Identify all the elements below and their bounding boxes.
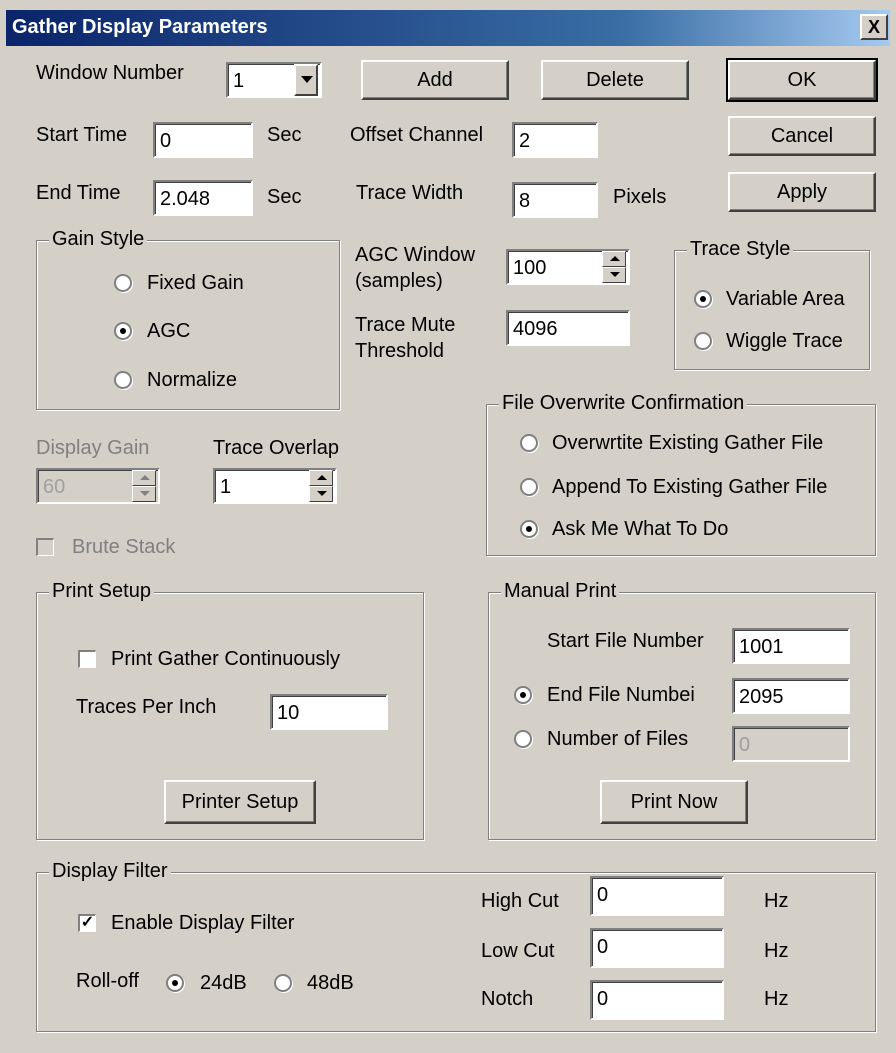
print-continuously-label: Print Gather Continuously bbox=[111, 648, 341, 670]
rolloff-48db-radio[interactable] bbox=[274, 974, 292, 992]
normalize-radio[interactable] bbox=[114, 371, 132, 389]
apply-button[interactable]: Apply bbox=[728, 172, 876, 212]
window-number-label: Window Number bbox=[36, 62, 184, 84]
spin-up-icon[interactable] bbox=[309, 470, 333, 486]
trace-overlap-spinner[interactable] bbox=[309, 470, 333, 502]
gain-style-title: Gain Style bbox=[49, 228, 148, 251]
number-of-files-label: Number of Files bbox=[547, 728, 689, 750]
agc-radio[interactable] bbox=[114, 322, 132, 340]
wiggle-trace-label: Wiggle Trace bbox=[726, 330, 843, 352]
start-file-label: Start File Number bbox=[547, 630, 704, 652]
manual-print-title: Manual Print bbox=[501, 580, 620, 603]
fixed-gain-radio[interactable] bbox=[114, 274, 132, 292]
start-file-input[interactable]: 1001 bbox=[732, 628, 850, 664]
trace-width-unit: Pixels bbox=[613, 186, 667, 208]
low-cut-unit: Hz bbox=[764, 940, 789, 962]
brute-stack-label: Brute Stack bbox=[72, 536, 176, 558]
ok-button[interactable]: OK bbox=[726, 58, 878, 102]
agc-window-spinner[interactable] bbox=[602, 251, 626, 283]
display-filter-group: Display Filter bbox=[36, 860, 876, 1032]
print-continuously-checkbox[interactable] bbox=[78, 650, 96, 668]
overwrite-radio[interactable] bbox=[520, 434, 538, 452]
end-time-label: End Time bbox=[36, 182, 121, 204]
traces-per-inch-label: Traces Per Inch bbox=[76, 696, 217, 718]
display-gain-spinner[interactable] bbox=[132, 470, 156, 502]
spin-up-icon[interactable] bbox=[602, 251, 626, 267]
printer-setup-button[interactable]: Printer Setup bbox=[164, 780, 316, 824]
window-title: Gather Display Parameters bbox=[12, 16, 268, 38]
start-time-label: Start Time bbox=[36, 124, 128, 146]
add-button[interactable]: Add bbox=[361, 60, 509, 100]
trace-overlap-label: Trace Overlap bbox=[213, 437, 339, 459]
offset-channel-input[interactable]: 2 bbox=[512, 122, 598, 158]
rolloff-24db-label: 24dB bbox=[200, 972, 247, 994]
spin-down-icon[interactable] bbox=[602, 267, 626, 283]
end-file-label: End File Numbei bbox=[547, 684, 695, 706]
spin-down-icon[interactable] bbox=[309, 486, 333, 502]
high-cut-unit: Hz bbox=[764, 890, 789, 912]
title-bar[interactable]: Gather Display Parameters X bbox=[6, 10, 890, 46]
low-cut-label: Low Cut bbox=[481, 940, 555, 962]
enable-display-filter-label: Enable Display Filter bbox=[111, 912, 295, 934]
append-radio[interactable] bbox=[520, 478, 538, 496]
rolloff-48db-label: 48dB bbox=[307, 972, 354, 994]
normalize-label: Normalize bbox=[147, 369, 238, 391]
high-cut-input[interactable]: 0 bbox=[590, 876, 724, 916]
overwrite-label: Overwrtite Existing Gather File bbox=[552, 432, 824, 454]
wiggle-trace-radio[interactable] bbox=[694, 332, 712, 350]
gather-display-parameters-dialog: Gather Display Parameters X Window Numbe… bbox=[0, 0, 896, 1053]
variable-area-radio[interactable] bbox=[694, 290, 712, 308]
chevron-down-icon[interactable] bbox=[294, 64, 318, 96]
file-overwrite-title: File Overwrite Confirmation bbox=[499, 392, 748, 415]
end-time-input[interactable]: 2.048 bbox=[153, 180, 253, 216]
display-gain-label: Display Gain bbox=[36, 437, 150, 459]
enable-display-filter-checkbox[interactable]: ✓ bbox=[78, 914, 96, 932]
notch-label: Notch bbox=[481, 988, 534, 1010]
trace-mute-label: Trace Mute bbox=[355, 314, 456, 336]
agc-window-label: AGC Window bbox=[355, 244, 476, 266]
brute-stack-checkbox[interactable] bbox=[36, 538, 54, 556]
end-file-input[interactable]: 2095 bbox=[732, 678, 850, 714]
display-filter-title: Display Filter bbox=[49, 860, 171, 883]
print-now-button[interactable]: Print Now bbox=[600, 780, 748, 824]
trace-width-label: Trace Width bbox=[356, 182, 464, 204]
notch-input[interactable]: 0 bbox=[590, 980, 724, 1020]
append-label: Append To Existing Gather File bbox=[552, 476, 828, 498]
cancel-button[interactable]: Cancel bbox=[728, 116, 876, 156]
close-button[interactable]: X bbox=[860, 14, 888, 40]
offset-channel-label: Offset Channel bbox=[350, 124, 484, 146]
agc-window-sublabel: (samples) bbox=[355, 270, 443, 292]
high-cut-label: High Cut bbox=[481, 890, 559, 912]
window-number-value: 1 bbox=[233, 70, 245, 92]
print-setup-title: Print Setup bbox=[49, 580, 154, 603]
notch-unit: Hz bbox=[764, 988, 789, 1010]
start-time-input[interactable]: 0 bbox=[153, 122, 253, 158]
number-of-files-radio[interactable] bbox=[514, 730, 532, 748]
ask-me-label: Ask Me What To Do bbox=[552, 518, 729, 540]
end-file-radio[interactable] bbox=[514, 686, 532, 704]
agc-label: AGC bbox=[147, 320, 191, 342]
start-time-unit: Sec bbox=[267, 124, 302, 146]
spin-down-icon[interactable] bbox=[132, 486, 156, 502]
trace-mute-sublabel: Threshold bbox=[355, 340, 444, 362]
variable-area-label: Variable Area bbox=[726, 288, 845, 310]
trace-style-title: Trace Style bbox=[687, 238, 794, 261]
fixed-gain-label: Fixed Gain bbox=[147, 272, 244, 294]
trace-width-input[interactable]: 8 bbox=[512, 182, 598, 218]
rolloff-label: Roll-off bbox=[76, 970, 139, 992]
spin-up-icon[interactable] bbox=[132, 470, 156, 486]
number-of-files-input[interactable]: 0 bbox=[732, 726, 850, 762]
low-cut-input[interactable]: 0 bbox=[590, 928, 724, 968]
ask-me-radio[interactable] bbox=[520, 520, 538, 538]
rolloff-24db-radio[interactable] bbox=[166, 974, 184, 992]
end-time-unit: Sec bbox=[267, 186, 302, 208]
delete-button[interactable]: Delete bbox=[541, 60, 689, 100]
trace-mute-input[interactable]: 4096 bbox=[506, 310, 630, 346]
traces-per-inch-input[interactable]: 10 bbox=[270, 694, 388, 730]
